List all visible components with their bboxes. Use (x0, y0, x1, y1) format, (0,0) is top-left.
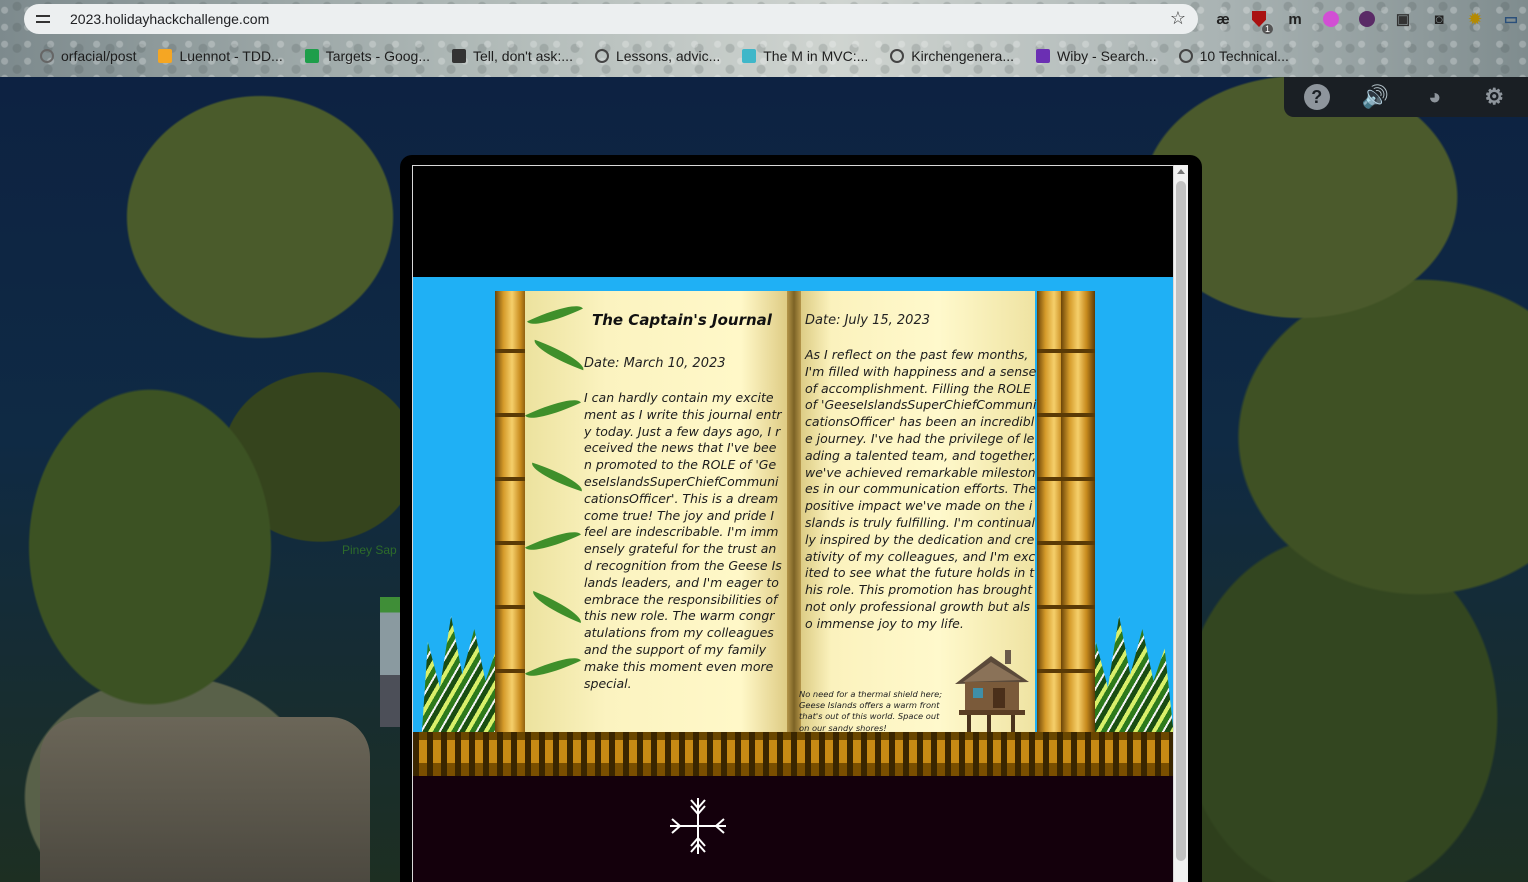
book-icon (452, 49, 467, 63)
w-icon (1036, 49, 1051, 63)
m-letter-icon[interactable]: m (1284, 8, 1306, 30)
sheets-icon (304, 49, 319, 63)
heart-icon (742, 49, 757, 63)
bookmark-label: The M in MVC:... (763, 48, 869, 64)
extension-badge-count: 1 (1261, 24, 1273, 34)
bookmark-star-icon[interactable]: ☆ (1170, 8, 1186, 29)
right-entry-date: Date: July 15, 2023 (805, 313, 930, 328)
globe-icon (890, 49, 905, 63)
left-entry-text: I can hardly contain my excitement as I … (584, 390, 782, 691)
bookmark-item[interactable]: Luennot - TDD... (158, 48, 283, 64)
bookmark-item[interactable]: 10 Technical... (1178, 48, 1289, 64)
bookmark-item[interactable]: Kirchengenera... (890, 48, 1014, 64)
bookmark-label: Targets - Goog... (325, 48, 431, 64)
sparkle-icon[interactable]: ✹ (1464, 8, 1486, 30)
bookmark-label: Kirchengenera... (911, 48, 1015, 64)
journal-modal: The Captain's Journal Date: March 10, 20… (400, 155, 1202, 882)
left-entry-date: Date: March 10, 2023 (584, 356, 726, 371)
npc-character-sprite[interactable] (380, 597, 402, 727)
circle-icon (40, 49, 54, 63)
ae-ligature-icon[interactable]: æ (1212, 8, 1234, 30)
monitor-icon[interactable]: ▭ (1500, 8, 1522, 30)
game-viewport[interactable]: Piney Sap ? 🔊 ◕ ⚙ The Captain's Journal … (0, 77, 1528, 882)
discord-icon[interactable]: ◕ (1421, 83, 1449, 111)
bookmark-item[interactable]: Lessons, advic... (594, 48, 721, 64)
globe-icon (1178, 49, 1193, 63)
crosshair-cursor-icon (670, 798, 726, 854)
pink-circle-icon[interactable] (1320, 8, 1342, 30)
address-bar[interactable]: 2023.holidayhackchallenge.com ☆ (24, 4, 1198, 34)
pixel-ground (413, 732, 1173, 776)
bookmark-label: Luennot - TDD... (179, 48, 283, 64)
bookmark-label: 10 Technical... (1199, 48, 1289, 64)
browser-chrome: 2023.holidayhackchallenge.com ☆ æ 1 m ▣ ◙ ✹ ▭ … (0, 0, 1528, 77)
bamboo-right-2 (1061, 291, 1095, 746)
journal-iframe[interactable]: The Captain's Journal Date: March 10, 20… (412, 165, 1174, 882)
extensions-toolbar: æ 1 m ▣ ◙ ✹ ▭ (1212, 6, 1522, 34)
bookmark-item[interactable]: The M in MVC:... (742, 48, 868, 64)
location-label: Piney Sap (342, 543, 397, 557)
journal-title: The Captain's Journal (592, 311, 772, 329)
modal-scrollbar[interactable] (1174, 165, 1188, 882)
bookmark-label: orfacial/post (61, 48, 137, 64)
volume-icon[interactable]: 🔊 (1361, 83, 1389, 111)
bookmark-item[interactable]: orfacial/post (40, 48, 136, 64)
bookmark-item[interactable]: Tell, don't ask:... (452, 48, 573, 64)
bookmark-label: Wiby - Search... (1057, 48, 1157, 64)
bookmarks-bar: orfacial/post Luennot - TDD... Targets - G… (0, 44, 1528, 68)
bookmark-item[interactable]: Targets - Goog... (304, 48, 431, 64)
dark-underground (413, 776, 1173, 882)
scroll-thumb[interactable] (1176, 181, 1186, 861)
bamboo-left (495, 291, 529, 746)
rock-cliff (40, 717, 370, 882)
screenshot-icon[interactable]: ▣ (1392, 8, 1414, 30)
settings-gear-icon[interactable]: ⚙ (1480, 83, 1508, 111)
globe-icon (594, 49, 609, 63)
bookmark-label: Lessons, advic... (615, 48, 721, 64)
scroll-up-arrow-icon[interactable] (1177, 169, 1185, 174)
stilt-hut-illustration (955, 650, 1029, 733)
bookmark-label: Tell, don't ask:... (473, 48, 573, 64)
url-text[interactable]: 2023.holidayhackchallenge.com (70, 11, 269, 27)
book-spine (787, 291, 801, 746)
right-entry-text: As I reflect on the past few months, I'm… (805, 347, 1037, 631)
purple-circle-icon[interactable] (1356, 8, 1378, 30)
bookmark-item[interactable]: Wiby - Search... (1036, 48, 1157, 64)
journal-footnote: No need for a thermal shield here; Geese… (799, 689, 943, 733)
square-icon (158, 49, 173, 63)
game-controls-bar: ? 🔊 ◕ ⚙ (1284, 77, 1528, 117)
mask-icon[interactable]: ◙ (1428, 8, 1450, 30)
shield-badge-icon[interactable]: 1 (1248, 8, 1273, 34)
help-icon[interactable]: ? (1303, 84, 1330, 110)
open-book: The Captain's Journal Date: March 10, 20… (495, 291, 1095, 746)
site-info-icon[interactable] (36, 12, 54, 26)
